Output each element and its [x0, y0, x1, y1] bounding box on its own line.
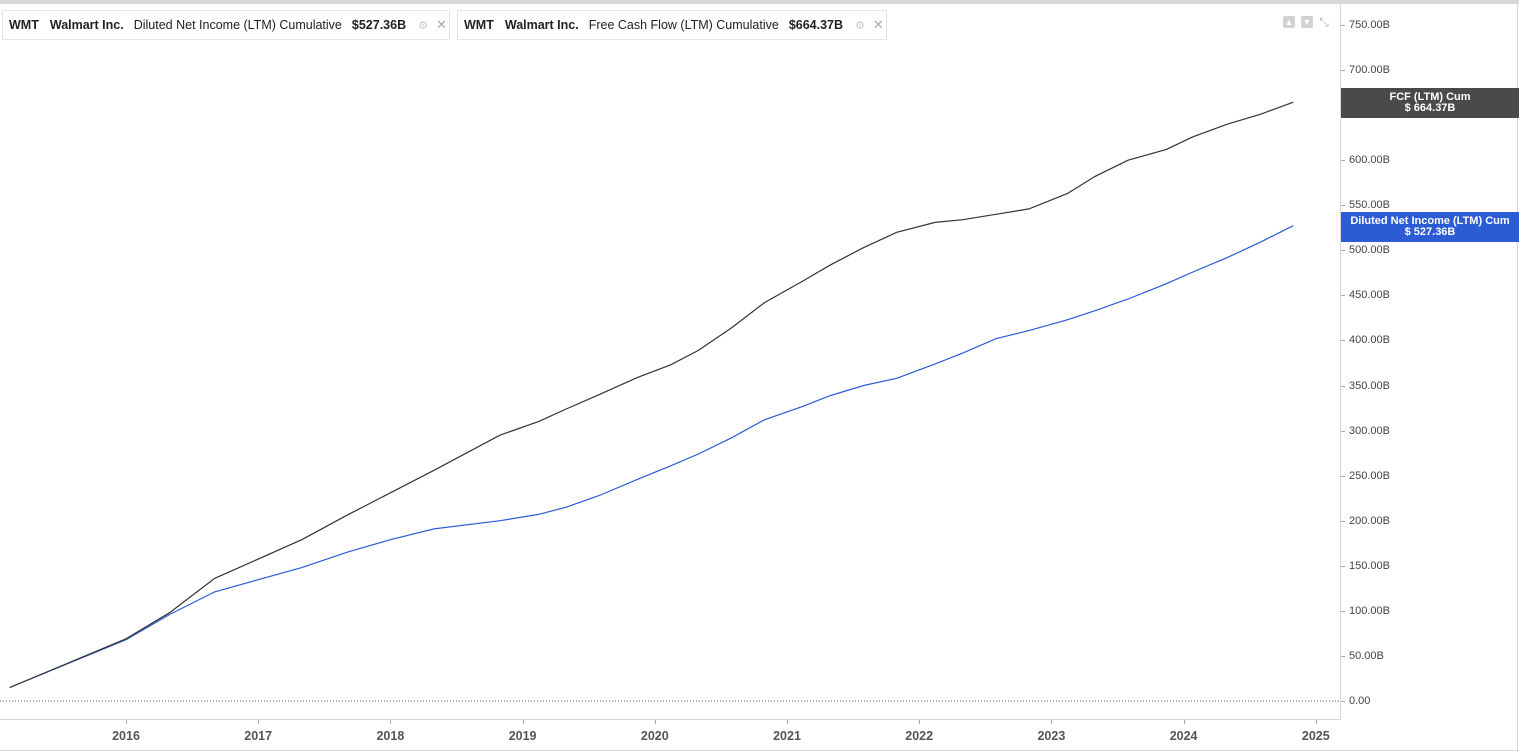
x-tick [1315, 720, 1317, 724]
x-tick-label: 2023 [1037, 729, 1066, 743]
x-tick [258, 720, 260, 724]
y-tick-label: 300.00B [1349, 424, 1390, 437]
legend-metric[interactable]: Free Cash Flow (LTM) Cumulative [589, 18, 779, 32]
legend-value: $664.37B [788, 18, 844, 32]
x-tick [390, 720, 392, 724]
x-tick-label: 2022 [905, 729, 934, 743]
legend-metric[interactable]: Diluted Net Income (LTM) Cumulative [134, 18, 342, 32]
legend-net-income[interactable]: WMT Walmart Inc. Diluted Net Income (LTM… [2, 10, 450, 40]
y-tick [1341, 385, 1345, 387]
y-tick [1341, 610, 1345, 612]
legend-company: Walmart Inc. [504, 18, 579, 32]
y-tick-label: 350.00B [1349, 379, 1390, 392]
y-tick-label: 50.00B [1349, 649, 1384, 662]
y-tick-label: 250.00B [1349, 469, 1390, 482]
y-tick [1341, 25, 1345, 27]
fcf-price-tag: FCF (LTM) Cum $ 664.37B [1341, 88, 1519, 118]
y-tick-label: 200.00B [1349, 514, 1390, 527]
x-tick [654, 720, 656, 724]
x-tick [126, 720, 127, 724]
y-tick [1341, 250, 1345, 252]
y-tick-label: 450.00B [1349, 289, 1390, 302]
settings-icon[interactable]: ⚙ [855, 19, 865, 32]
legend-company: Walmart Inc. [49, 18, 124, 32]
y-tick [1341, 295, 1345, 297]
y-tick [1341, 70, 1345, 72]
x-tick [919, 720, 921, 724]
y-tick-label: 0.00 [1349, 695, 1371, 707]
arrow-up-icon[interactable]: ▲ [1283, 16, 1295, 28]
x-tick-label: 2019 [508, 729, 537, 743]
legend-ticker[interactable]: WMT [9, 18, 39, 32]
close-icon[interactable]: ✕ [873, 17, 884, 33]
y-tick [1341, 655, 1345, 657]
series-line-net-income[interactable] [9, 225, 1294, 689]
y-tick-label: 500.00B [1349, 244, 1390, 257]
x-tick-label: 2017 [244, 729, 273, 743]
y-tick [1341, 475, 1345, 477]
net-income-price-tag: Diluted Net Income (LTM) Cum $ 527.36B [1341, 212, 1519, 242]
legend-fcf[interactable]: WMT Walmart Inc. Free Cash Flow (LTM) Cu… [457, 10, 887, 40]
y-tick [1341, 205, 1345, 207]
y-tick [1341, 430, 1345, 432]
y-tick [1341, 340, 1345, 342]
collapse-icon[interactable]: ⤡ [1318, 16, 1330, 28]
y-tick [1341, 701, 1345, 702]
x-tick [1183, 720, 1185, 724]
y-tick-label: 100.00B [1349, 604, 1390, 617]
y-tick-label: 400.00B [1349, 334, 1390, 347]
y-tick-label: 700.00B [1349, 64, 1390, 77]
y-tick [1341, 160, 1345, 162]
fcf-tag-value: $ 664.37B [1404, 102, 1456, 114]
y-tick [1341, 520, 1345, 522]
x-tick [522, 720, 524, 724]
arrow-down-icon[interactable]: ▼ [1301, 16, 1313, 28]
legend-ticker[interactable]: WMT [464, 18, 494, 32]
x-tick-label: 2018 [376, 729, 405, 743]
close-icon[interactable]: ✕ [436, 17, 447, 33]
y-tick-label: 150.00B [1349, 559, 1390, 572]
y-tick [1341, 565, 1345, 567]
x-tick-label: 2024 [1169, 729, 1198, 743]
legend-value: $527.36B [351, 18, 407, 32]
x-axis-line [0, 719, 1341, 720]
y-tick-label: 750.00B [1349, 19, 1390, 32]
x-tick-label: 2021 [773, 729, 801, 743]
x-tick-label: 2020 [640, 729, 669, 743]
x-tick [1051, 720, 1053, 724]
x-tick-label: 2025 [1301, 729, 1330, 743]
settings-icon[interactable]: ⚙ [418, 19, 428, 32]
series-line-fcf[interactable] [9, 101, 1294, 689]
x-tick-label: 2016 [112, 729, 140, 743]
y-tick-label: 550.00B [1349, 199, 1390, 212]
line-chart [0, 101, 1340, 702]
bottom-border [0, 750, 1519, 751]
x-tick [787, 720, 788, 724]
y-tick-label: 600.00B [1349, 154, 1390, 167]
ni-tag-value: $ 527.36B [1404, 226, 1456, 238]
